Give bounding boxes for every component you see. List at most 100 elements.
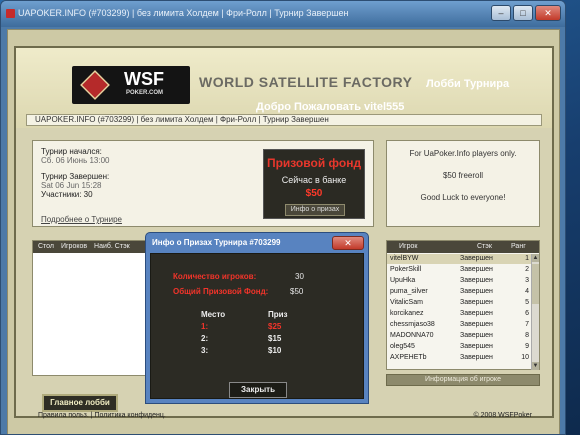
total-pool-value: $50: [290, 287, 304, 296]
tables-list[interactable]: Стол Игроков Наиб. Стэк: [32, 240, 150, 376]
prize-bank-label: Сейчас в банке: [281, 175, 347, 185]
logo-text: WSF: [124, 69, 164, 89]
player-row[interactable]: UpuHka Завершен 3: [387, 276, 533, 286]
players-col-name[interactable]: Игрок: [399, 241, 417, 253]
app-icon: [6, 9, 15, 18]
player-rank: 6: [525, 310, 529, 317]
player-rank: 4: [525, 288, 529, 295]
player-name: MADONNA70: [390, 332, 434, 339]
tournament-info-panel: Турнир начался: Сб. 06 Июнь 13:00 Турнир…: [32, 140, 374, 227]
maximize-button[interactable]: □: [513, 5, 533, 21]
participants-count: Участники: 30: [41, 190, 93, 199]
notice-line-2: $50 freeroll: [442, 171, 484, 180]
minimize-button[interactable]: –: [491, 5, 511, 21]
players-header: Игрок Стэк Ранг: [387, 241, 539, 253]
player-row[interactable]: AXPEHETb Завершен 10: [387, 353, 533, 363]
players-col-rank[interactable]: Ранг: [511, 241, 526, 253]
window-title: UAPOKER.INFO (#703299) | без лимита Холд…: [18, 8, 349, 18]
player-stack: Завершен: [460, 332, 493, 339]
player-name: oleg545: [390, 343, 415, 350]
player-rank: 5: [525, 299, 529, 306]
finished-value: Sat 06 Jun 15:28: [41, 181, 102, 190]
total-pool-label: Общий Призовой Фонд:: [173, 287, 269, 296]
player-row[interactable]: VitalicSam Завершен 5: [387, 298, 533, 308]
player-stack: Завершен: [460, 266, 493, 273]
player-name: vitelBYW: [390, 255, 419, 262]
scroll-up-icon[interactable]: ▲: [532, 254, 539, 262]
prize-info-dialog: Инфо о Призах Турнира #703299 ✕ Количест…: [145, 232, 369, 404]
players-count-value: 30: [295, 272, 304, 281]
tables-header: Стол Игроков Наиб. Стэк: [33, 241, 149, 253]
player-row[interactable]: puma_silver Завершен 4: [387, 287, 533, 297]
player-row[interactable]: korcikanez Завершен 6: [387, 309, 533, 319]
tables-col-players[interactable]: Игроков: [61, 243, 87, 250]
player-stack: Завершен: [460, 321, 493, 328]
player-row[interactable]: chessmjaso38 Завершен 7: [387, 320, 533, 330]
dialog-close-icon[interactable]: ✕: [332, 236, 364, 250]
prize-amount: $50: [305, 188, 323, 199]
player-rank: 9: [525, 343, 529, 350]
player-rank: 10: [521, 354, 529, 361]
player-rank: 7: [525, 321, 529, 328]
player-stack: Завершен: [460, 299, 493, 306]
player-stack: Завершен: [460, 343, 493, 350]
player-rank: 2: [525, 266, 529, 273]
notice-line-1: For UaPoker.Info players only.: [409, 149, 517, 158]
window-titlebar[interactable]: UAPOKER.INFO (#703299) | без лимита Холд…: [1, 1, 565, 27]
footer-copyright: © 2008 WSFPoker: [473, 412, 532, 419]
player-row[interactable]: vitelBYW Завершен 1: [387, 254, 533, 264]
tournament-details-link[interactable]: Подробнее о Турнире: [41, 215, 122, 224]
player-row[interactable]: PokerSkill Завершен 2: [387, 265, 533, 275]
players-scrollbar[interactable]: ▲ ▼: [531, 254, 539, 370]
prize-place: 1:: [201, 322, 209, 331]
prize-amount-value: $15: [268, 334, 282, 343]
lobby-header: WSF POKER.COM WORLD SATELLITE FACTORY Ло…: [16, 48, 552, 128]
dialog-close-button[interactable]: Закрыть: [229, 382, 287, 398]
tables-col-table[interactable]: Стол: [38, 243, 54, 250]
footer-links[interactable]: Правила польз. | Политика конфиденц.: [38, 412, 166, 419]
lobby-title: Лобби Турнира: [426, 78, 510, 90]
player-stack: Завершен: [460, 354, 493, 361]
prize-amount-value: $10: [268, 346, 282, 355]
prize-place: 3:: [201, 346, 209, 355]
player-stack: Завершен: [460, 288, 493, 295]
player-stack: Завершен: [460, 255, 493, 262]
logo-diamond-icon: [80, 70, 110, 100]
player-name: AXPEHETb: [390, 354, 427, 361]
player-row[interactable]: MADONNA70 Завершен 8: [387, 331, 533, 341]
prize-pool-title: Призовой фонд: [266, 156, 362, 170]
scroll-thumb[interactable]: [532, 264, 539, 304]
prize-column-header: Приз: [268, 310, 288, 319]
tables-col-stack[interactable]: Наиб. Стэк: [94, 243, 130, 250]
main-lobby-button[interactable]: Главное лобби: [42, 394, 118, 412]
players-col-stack[interactable]: Стэк: [477, 241, 492, 253]
welcome-message: Добро Пожаловать vitel555: [256, 101, 405, 113]
scroll-down-icon[interactable]: ▼: [532, 362, 539, 370]
player-row[interactable]: oleg545 Завершен 9: [387, 342, 533, 352]
player-name: PokerSkill: [390, 266, 422, 273]
logo-subtext: POKER.COM: [126, 90, 164, 96]
wsf-logo: WSF POKER.COM: [72, 66, 190, 104]
footer: Правила польз. | Политика конфиденц. © 2…: [16, 412, 552, 422]
player-info-button[interactable]: Информация об игроке: [386, 374, 540, 386]
player-rank: 3: [525, 277, 529, 284]
player-rank: 1: [525, 255, 529, 262]
player-stack: Завершен: [460, 310, 493, 317]
players-count-label: Количество игроков:: [173, 272, 257, 281]
prize-pool-box: Призовой фонд Сейчас в банке $50 Инфо о …: [263, 149, 365, 219]
finished-label: Турнир Завершен:: [41, 172, 110, 181]
player-name: chessmjaso38: [390, 321, 435, 328]
notice-panel: For UaPoker.Info players only. $50 freer…: [386, 140, 540, 227]
player-rank: 8: [525, 332, 529, 339]
prize-amount-value: $25: [268, 322, 282, 331]
players-list[interactable]: Игрок Стэк Ранг vitelBYW Завершен 1 PokerSk…: [386, 240, 540, 370]
brand-name: WORLD SATELLITE FACTORY: [199, 74, 413, 90]
prize-place: 2:: [201, 334, 209, 343]
dialog-title: Инфо о Призах Турнира #703299: [152, 238, 281, 247]
notice-line-3: Good Luck to everyone!: [420, 193, 506, 202]
player-stack: Завершен: [460, 277, 493, 284]
player-name: UpuHka: [390, 277, 416, 284]
player-name: VitalicSam: [390, 299, 423, 306]
prize-info-button[interactable]: Инфо о призах: [285, 204, 345, 216]
window-close-button[interactable]: ✕: [535, 5, 561, 21]
